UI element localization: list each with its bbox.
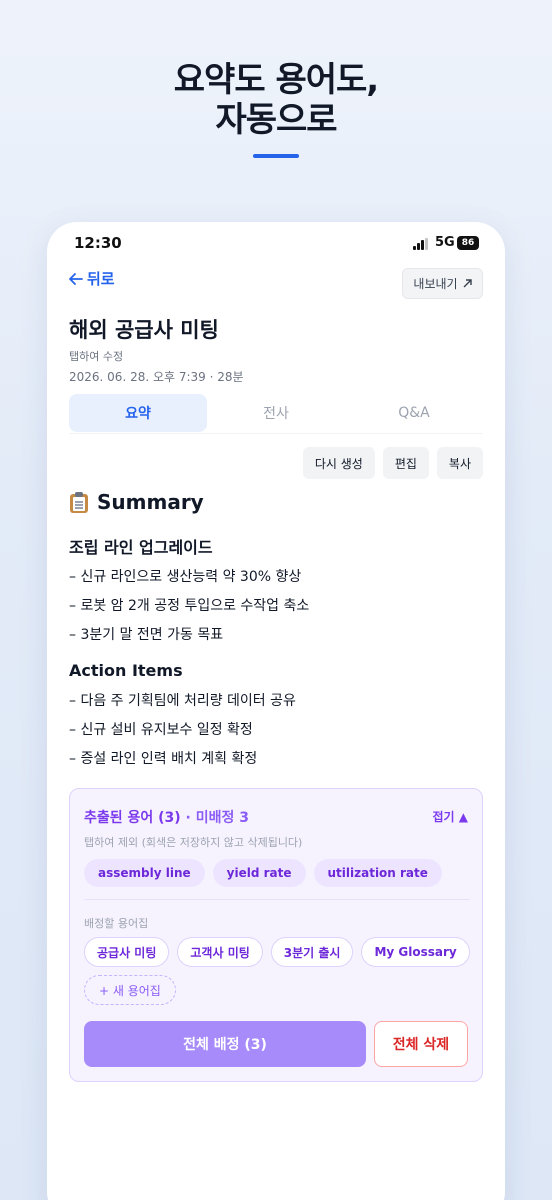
section-title: Action Items — [69, 661, 183, 680]
assign-all-button[interactable]: 전체 배정 (3) — [84, 1021, 366, 1067]
headline: 요약도 용어도, 자동으로 — [0, 60, 552, 140]
tab-bar: 요약 전사 Q&A — [69, 394, 483, 434]
edit-hint: 탭하여 수정 — [69, 350, 124, 363]
term-chips: assembly line yield rate utilization rat… — [84, 859, 470, 887]
regenerate-button[interactable]: 다시 생성 — [302, 447, 375, 479]
clipboard-icon — [69, 491, 89, 513]
export-button[interactable]: 내보내기 — [402, 268, 483, 299]
bullet-item: – 증설 라인 인력 배치 계획 확정 — [69, 751, 258, 767]
glossary-label: 배정할 용어집 — [84, 917, 149, 930]
summary-heading-text: Summary — [97, 490, 204, 514]
summary-heading: Summary — [69, 490, 204, 514]
network-label: 5G — [435, 235, 455, 250]
section-title: 조립 라인 업그레이드 — [69, 538, 213, 557]
unassigned-count: · 미배정 3 — [180, 810, 250, 826]
bullet-item: – 다음 주 기획팀에 처리량 데이터 공유 — [69, 693, 296, 709]
new-glossary-button[interactable]: + 새 용어집 — [84, 975, 176, 1005]
arrow-up-right-icon — [463, 279, 472, 288]
glossary-chips: 공급사 미팅 고객사 미팅 3분기 출시 My Glossary + 새 용어집 — [84, 937, 470, 1005]
delete-all-button[interactable]: 전체 삭제 — [374, 1021, 468, 1067]
back-button[interactable]: 뒤로 — [69, 268, 115, 289]
summary-actions: 다시 생성 편집 복사 — [302, 447, 483, 479]
glossary-chip[interactable]: My Glossary — [361, 937, 470, 967]
term-chip[interactable]: yield rate — [212, 859, 306, 887]
page-title[interactable]: 해외 공급사 미팅 — [69, 314, 219, 344]
divider — [84, 899, 470, 900]
bullet-item: – 3분기 말 전면 가동 목표 — [69, 627, 224, 643]
headline-underline — [253, 154, 299, 158]
back-label: 뒤로 — [87, 270, 115, 288]
export-label: 내보내기 — [413, 277, 458, 291]
tab-summary[interactable]: 요약 — [69, 394, 207, 432]
bullet-item: – 신규 설비 유지보수 일정 확정 — [69, 722, 253, 738]
phone-screen: 12:30 5G 86 뒤로 내보내기 해외 공급사 미팅 탭하여 수정 202… — [47, 222, 505, 1200]
headline-line-1: 요약도 용어도, — [173, 60, 379, 100]
term-chip[interactable]: utilization rate — [313, 859, 442, 887]
edit-button[interactable]: 편집 — [382, 447, 429, 479]
headline-line-2: 자동으로 — [215, 100, 337, 140]
glossary-chip[interactable]: 3분기 출시 — [270, 937, 354, 967]
battery-icon: 86 — [457, 236, 479, 250]
terms-count: 추출된 용어 (3) — [84, 810, 181, 826]
collapse-button[interactable]: 접기 ▲ — [433, 808, 469, 825]
bullet-item: – 로봇 암 2개 공정 투입으로 수작업 축소 — [69, 598, 310, 614]
tab-transcript[interactable]: 전사 — [207, 394, 345, 432]
copy-button[interactable]: 복사 — [436, 447, 483, 479]
meeting-datetime: 2026. 06. 28. 오후 7:39 · 28분 — [69, 370, 244, 384]
terms-title: 추출된 용어 (3) · 미배정 3 — [84, 807, 249, 827]
bullet-item: – 신규 라인으로 생산능력 약 30% 향상 — [69, 569, 302, 585]
term-chip[interactable]: assembly line — [84, 859, 205, 887]
terms-hint: 탭하여 제외 (회색은 저장하지 않고 삭제됩니다) — [84, 836, 303, 849]
glossary-chip[interactable]: 고객사 미팅 — [177, 937, 263, 967]
glossary-chip[interactable]: 공급사 미팅 — [84, 937, 170, 967]
status-time: 12:30 — [74, 234, 122, 252]
signal-icon — [413, 238, 431, 250]
extracted-terms-panel: 추출된 용어 (3) · 미배정 3 접기 ▲ 탭하여 제외 (회색은 저장하지… — [69, 788, 483, 1082]
status-bar: 12:30 5G 86 — [47, 234, 505, 256]
arrow-left-icon — [69, 272, 83, 285]
tab-qa[interactable]: Q&A — [345, 394, 483, 432]
